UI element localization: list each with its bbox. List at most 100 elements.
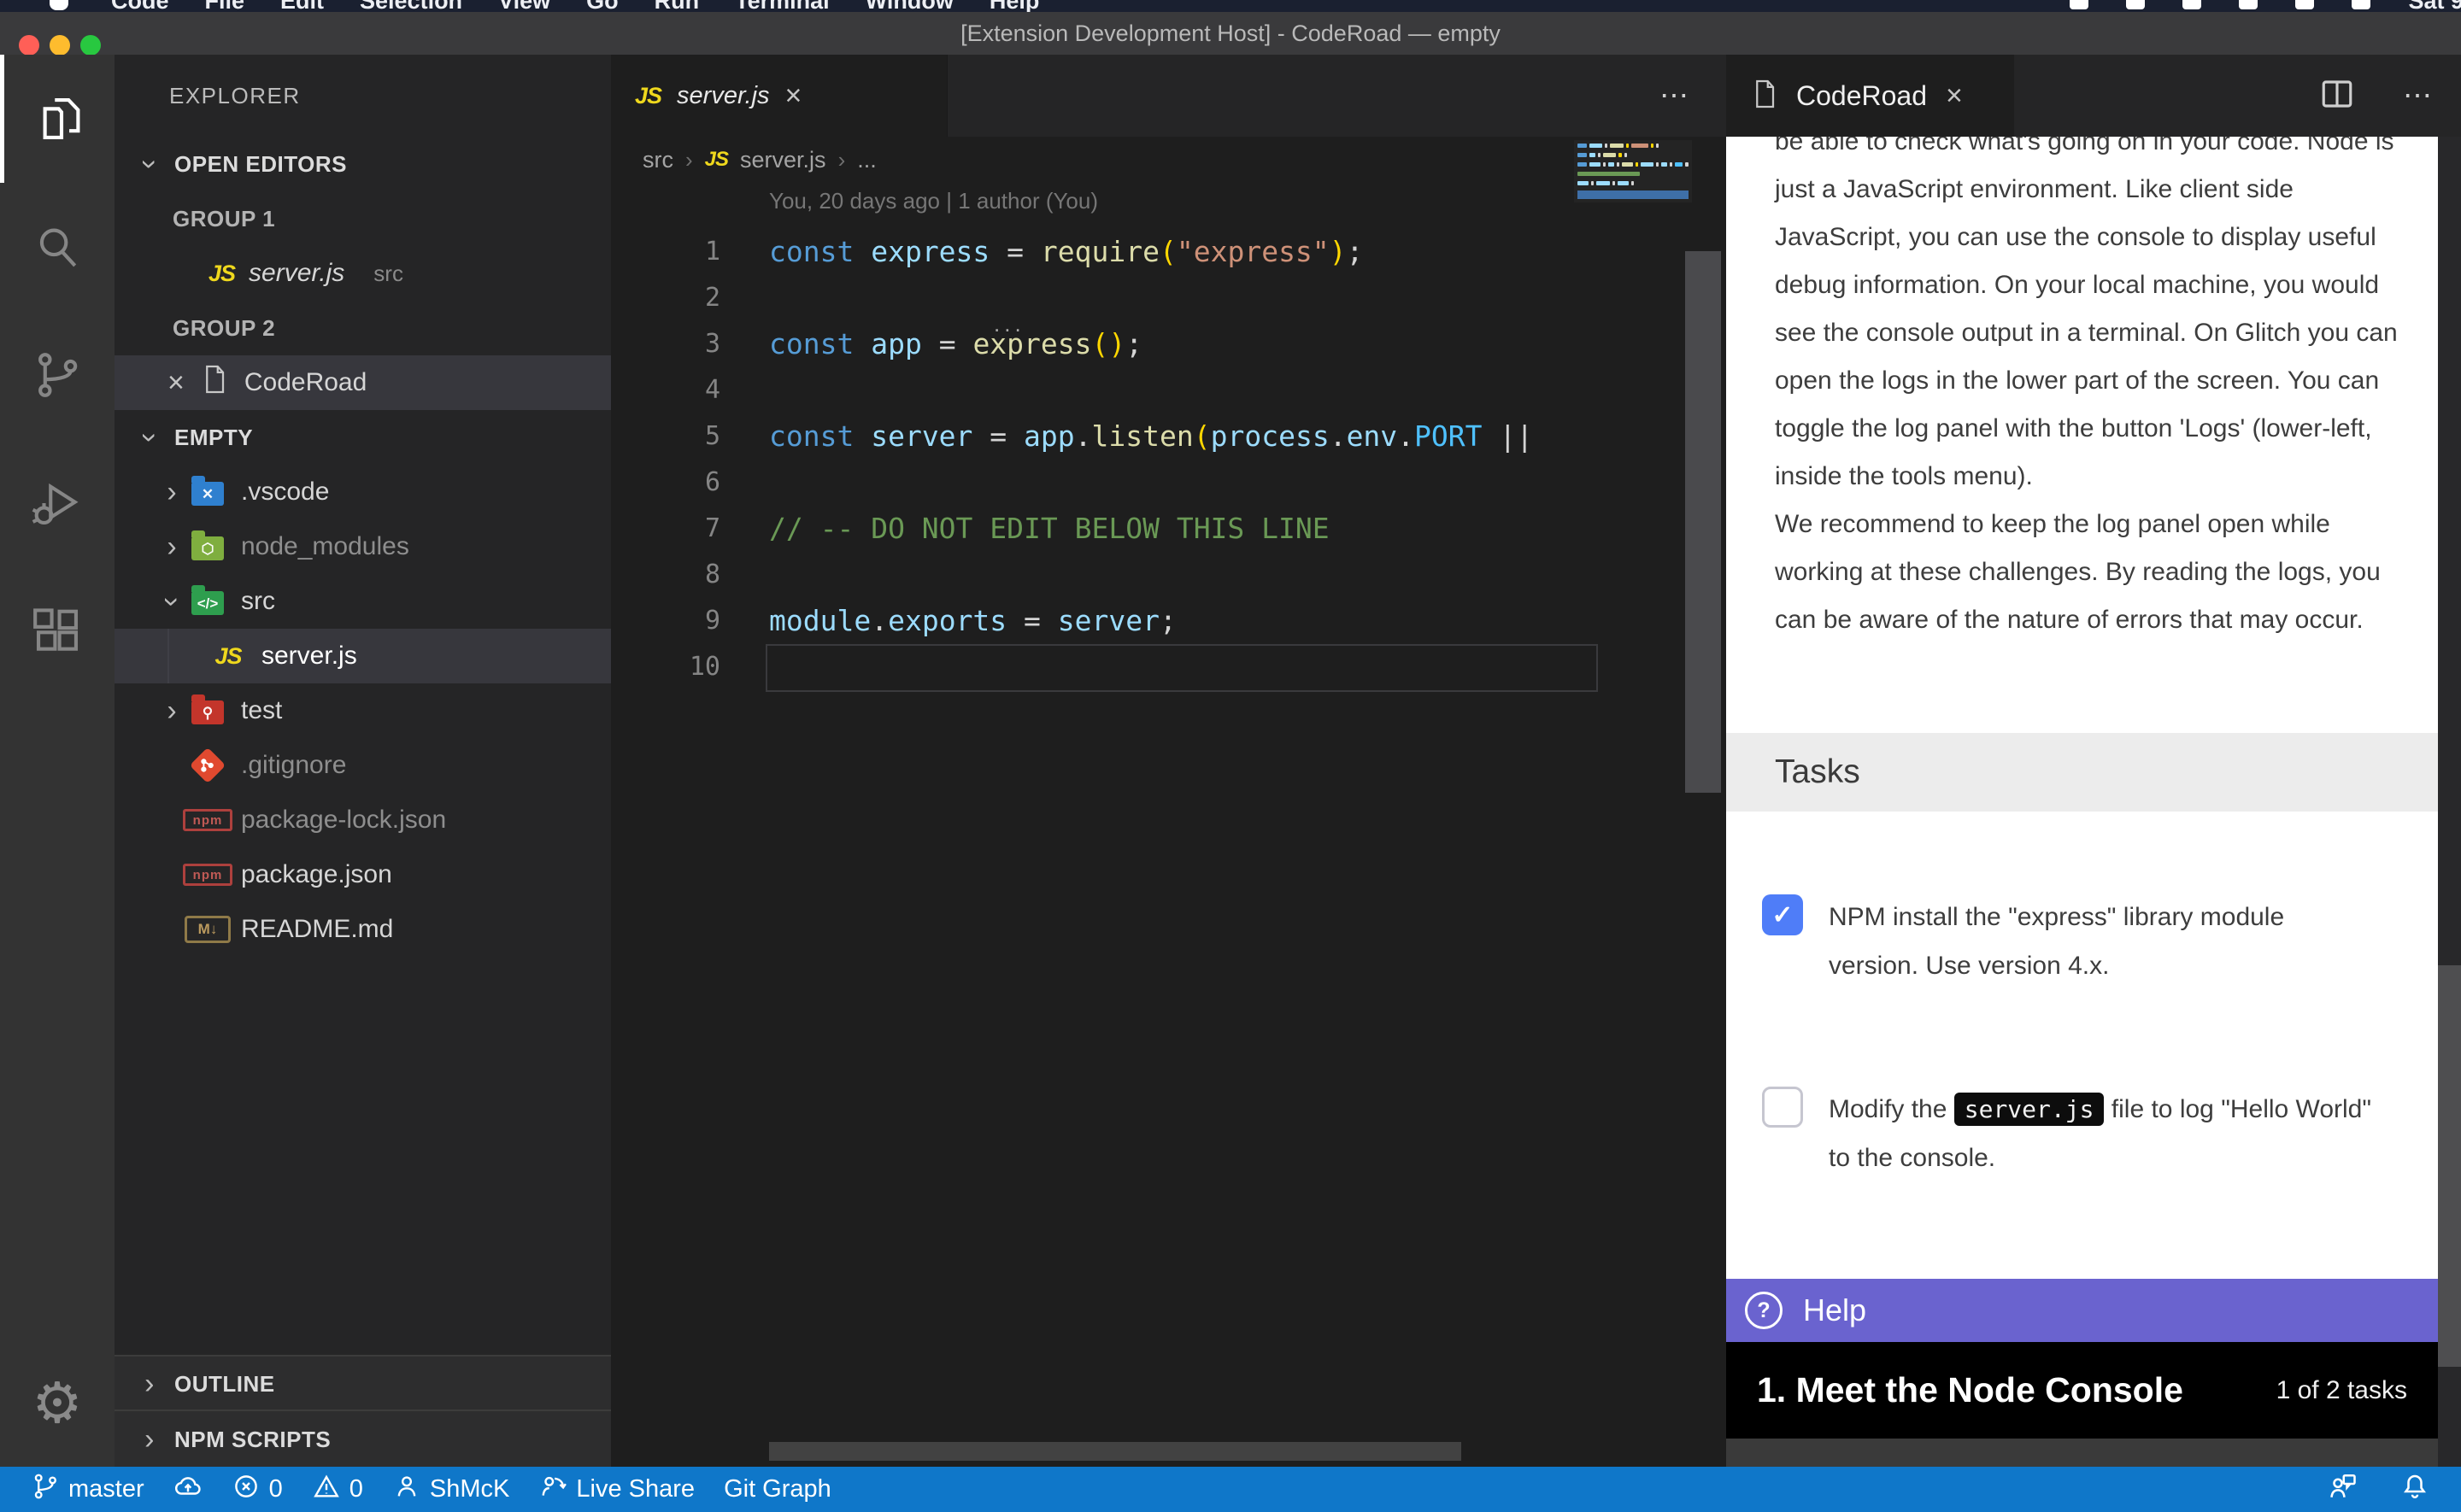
file-icon bbox=[1752, 79, 1777, 114]
split-editor-icon[interactable] bbox=[2319, 76, 2355, 116]
close-tab-icon[interactable]: × bbox=[1946, 81, 1963, 110]
statusbar-item-live-share[interactable]: Live Share bbox=[538, 1472, 695, 1508]
chevron-down-icon: › bbox=[156, 589, 189, 614]
activity-bar: ⚙ bbox=[0, 55, 115, 1467]
breadcrumb-symbol[interactable]: ... bbox=[857, 147, 877, 173]
close-tab-icon[interactable]: × bbox=[785, 81, 802, 110]
line-number: 3 bbox=[611, 321, 720, 367]
close-icon[interactable]: × bbox=[167, 368, 185, 397]
checkbox-checked[interactable]: ✓ bbox=[1762, 894, 1803, 935]
code-line-5[interactable]: 5const server = app.listen(process.env.P… bbox=[611, 413, 1726, 460]
activity-run-debug-button[interactable] bbox=[0, 439, 115, 567]
lesson-text: be able to check what's going on in your… bbox=[1775, 137, 2404, 644]
menu-item-view[interactable]: View bbox=[498, 0, 550, 12]
statusbar-item-shmck[interactable]: ShMcK bbox=[392, 1472, 509, 1508]
js-file-icon: JS bbox=[635, 83, 661, 109]
file-name: src bbox=[241, 587, 275, 616]
chevron-down-icon: › bbox=[133, 425, 167, 450]
file-tree-item-test[interactable]: ›⚲test bbox=[115, 683, 655, 738]
settings-gear-button[interactable]: ⚙ bbox=[0, 1339, 115, 1467]
statusbar-label: master bbox=[68, 1475, 144, 1503]
statusbar-item-git-graph[interactable]: Git Graph bbox=[724, 1475, 831, 1503]
quest-progress: 1 of 2 tasks bbox=[2276, 1376, 2407, 1405]
chevron-right-icon: › bbox=[838, 147, 846, 173]
file-tree-item-node_modules[interactable]: ›⬡node_modules bbox=[115, 519, 655, 574]
minimap-line bbox=[1577, 181, 1689, 185]
webview-scrollbar-thumb[interactable] bbox=[2438, 965, 2461, 1367]
statusbar-item-master[interactable]: master bbox=[31, 1472, 144, 1508]
code-line-4[interactable]: 4 bbox=[611, 367, 1726, 413]
code-line-3[interactable]: 3const app = express(); bbox=[611, 321, 1726, 367]
file-tree-item-.gitignore[interactable]: .gitignore bbox=[115, 738, 655, 793]
menu-item-file[interactable]: File bbox=[205, 0, 245, 12]
checkbox-unchecked[interactable] bbox=[1762, 1087, 1803, 1128]
search-icon bbox=[31, 220, 84, 273]
breadcrumb-src[interactable]: src bbox=[643, 147, 673, 173]
open-editor-item-coderoad[interactable]: × CodeRoad bbox=[115, 355, 664, 410]
file-name: .vscode bbox=[241, 478, 329, 507]
line-number: 10 bbox=[611, 644, 720, 690]
menu-extra-icon bbox=[2295, 0, 2314, 9]
menu-item-terminal[interactable]: Terminal bbox=[735, 0, 830, 12]
extensions-icon bbox=[31, 605, 84, 658]
statusbar-label: ShMcK bbox=[430, 1475, 509, 1503]
live-share-icon bbox=[538, 1472, 567, 1508]
statusbar-bell-button[interactable] bbox=[2399, 1471, 2430, 1509]
activity-explorer-button[interactable] bbox=[0, 55, 119, 183]
code-line-1[interactable]: 1const express = require("express"); bbox=[611, 229, 1726, 275]
line-number: 2 bbox=[611, 275, 720, 321]
js-file-icon: JS bbox=[214, 643, 241, 670]
menu-item-edit[interactable]: Edit bbox=[280, 0, 324, 12]
activity-source-control-button[interactable] bbox=[0, 311, 115, 439]
menu-item-selection[interactable]: Selection bbox=[360, 0, 462, 12]
code-line-7[interactable]: 7// -- DO NOT EDIT BELOW THIS LINE bbox=[611, 506, 1726, 552]
quest-bar: 1. Meet the Node Console 1 of 2 tasks bbox=[1726, 1342, 2438, 1439]
tab-coderoad[interactable]: CodeRoad × bbox=[1726, 55, 2014, 137]
menu-item-run[interactable]: Run bbox=[655, 0, 699, 12]
statusbar-feedback-button[interactable] bbox=[2328, 1471, 2358, 1509]
file-tree-item-src[interactable]: ›</> src bbox=[115, 574, 655, 629]
breadcrumb-file[interactable]: server.js bbox=[740, 147, 826, 173]
menu-item-code[interactable]: Code bbox=[111, 0, 169, 12]
help-bar[interactable]: ? Help bbox=[1726, 1279, 2438, 1342]
menu-item-go[interactable]: Go bbox=[586, 0, 619, 12]
file-tree-item-package.json[interactable]: npmpackage.json bbox=[115, 847, 655, 902]
activity-search-button[interactable] bbox=[0, 183, 115, 311]
menu-item-help[interactable]: Help bbox=[990, 0, 1040, 12]
statusbar-item-0[interactable]: 0 bbox=[312, 1472, 363, 1508]
minimap[interactable] bbox=[1574, 140, 1692, 202]
outline-section[interactable]: › OUTLINE bbox=[115, 1355, 633, 1411]
task-item-npm-install: ✓ NPM install the "express" library modu… bbox=[1762, 893, 2403, 990]
open-editors-section[interactable]: › OPEN EDITORS bbox=[115, 137, 633, 191]
menu-item-window[interactable]: Window bbox=[866, 0, 954, 12]
activity-extensions-button[interactable] bbox=[0, 567, 115, 695]
line-number: 4 bbox=[611, 367, 720, 413]
editor-horizontal-scrollbar[interactable] bbox=[769, 1442, 1461, 1461]
indent-guide bbox=[167, 629, 169, 683]
editor-actions-ellipsis[interactable]: ⋯ bbox=[1659, 79, 1692, 113]
folder-section-empty[interactable]: › EMPTY bbox=[115, 410, 633, 465]
folder-src-icon: </> bbox=[188, 588, 227, 615]
file-tree-item-README.md[interactable]: M↓README.md bbox=[115, 902, 655, 957]
npm-scripts-section[interactable]: › NPM SCRIPTS bbox=[115, 1409, 633, 1468]
editor-group: JS server.js × ⋯ src › JS server.js › ..… bbox=[611, 55, 1726, 1467]
code-line-2[interactable]: 2 bbox=[611, 275, 1726, 321]
statusbar-item-cloud-upload[interactable] bbox=[173, 1472, 203, 1508]
warning-icon bbox=[312, 1472, 341, 1508]
file-tree-item-.vscode[interactable]: ›✕.vscode bbox=[115, 465, 655, 519]
more-actions-ellipsis[interactable]: ⋯ bbox=[2403, 79, 2435, 113]
vscode-window: Code File Edit Selection View Go Run Terminal Wi… bbox=[0, 0, 2461, 1512]
folder-vscode-icon: ✕ bbox=[191, 482, 224, 506]
webview-scrollbar-track[interactable] bbox=[2438, 137, 2461, 1467]
code-line-9[interactable]: 9module.exports = server; bbox=[611, 598, 1726, 644]
statusbar-item-0[interactable]: 0 bbox=[232, 1472, 283, 1508]
code-line-8[interactable]: 8 bbox=[611, 552, 1726, 598]
code-text: // -- DO NOT EDIT BELOW THIS LINE bbox=[769, 506, 1330, 552]
explorer-sidebar: EXPLORER › OPEN EDITORS GROUP 1 JS serve… bbox=[115, 55, 611, 1467]
editor-vertical-scrollbar[interactable] bbox=[1685, 251, 1721, 793]
tab-serverjs[interactable]: JS server.js × bbox=[611, 55, 948, 137]
current-line-highlight bbox=[766, 644, 1598, 692]
quest-title: 1. Meet the Node Console bbox=[1757, 1370, 2183, 1410]
code-line-6[interactable]: 6 bbox=[611, 460, 1726, 506]
file-tree-item-package-lock.json[interactable]: npmpackage-lock.json bbox=[115, 793, 655, 847]
